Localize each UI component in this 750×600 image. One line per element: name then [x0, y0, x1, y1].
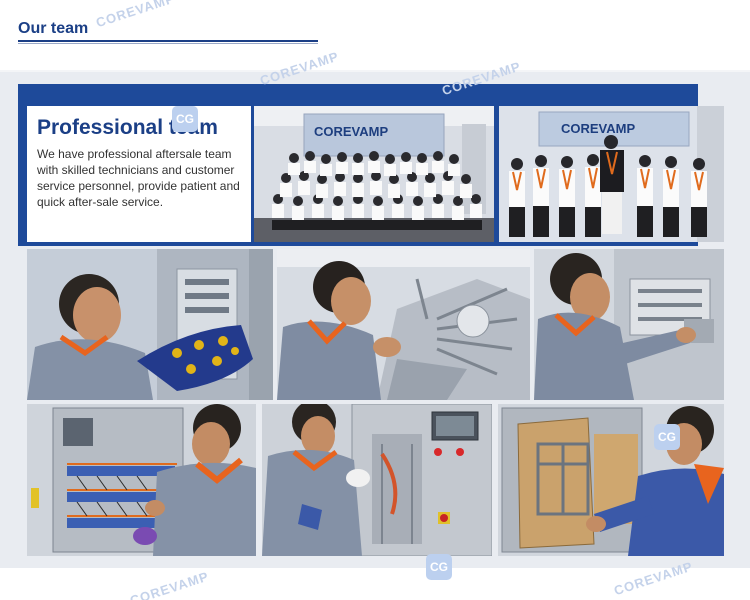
info-description: We have professional aftersale team with… — [37, 147, 240, 209]
page: Our team Professional team We have profe… — [0, 0, 750, 600]
maintenance-photo — [498, 404, 724, 556]
watermark-badge: CG — [172, 106, 198, 132]
operator-photo — [262, 404, 492, 556]
technician-photo-1 — [27, 249, 273, 400]
signage-logo-2: COREVAMP — [561, 121, 635, 136]
electrician-photo — [27, 404, 256, 556]
signage-logo-1: COREVAMP — [314, 124, 388, 139]
title-underline — [18, 40, 318, 42]
watermark-badge: CG — [654, 424, 680, 450]
watermark-badge: CG — [426, 554, 452, 580]
technician-photo-2 — [277, 249, 530, 400]
technician-photo-3 — [534, 249, 724, 400]
section-title: Our team — [18, 20, 89, 37]
service-team-photo: COREVAMP — [499, 106, 724, 242]
info-card: Professional team We have professional a… — [27, 106, 251, 242]
title-underline-thin — [18, 43, 318, 44]
group-photo: COREVAMP — [254, 106, 494, 242]
